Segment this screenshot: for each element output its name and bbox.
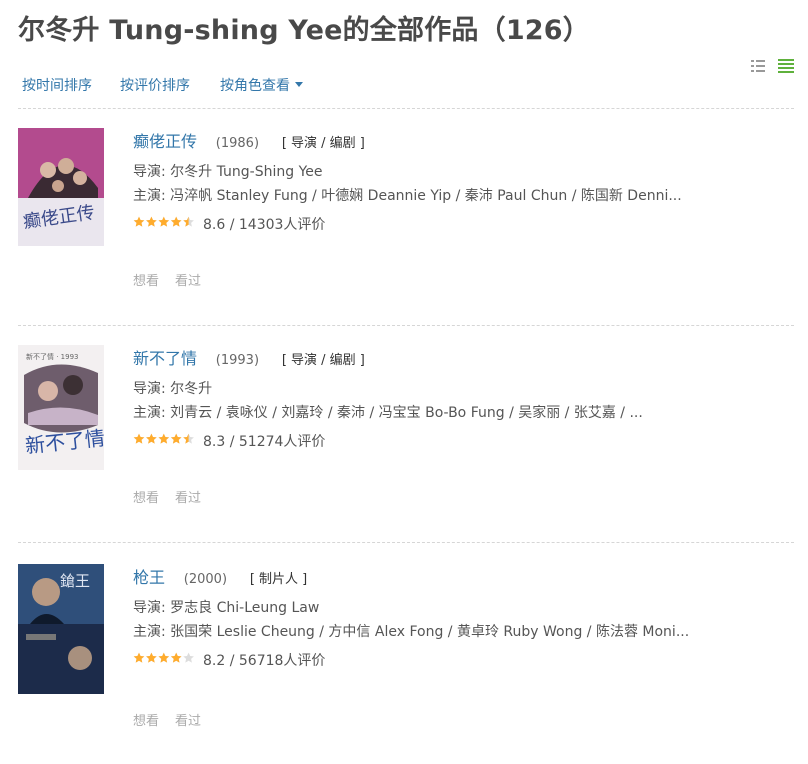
film-title-link[interactable]: 枪王 — [133, 568, 165, 587]
actions: 想看 看过 — [133, 487, 217, 506]
rating: 8.2 / 56718人评价 — [133, 650, 793, 672]
divider — [18, 542, 794, 543]
film-poster[interactable]: 新不了情 · 1993 新不了情 — [18, 345, 104, 470]
star-icon — [183, 652, 194, 663]
star-icon — [133, 216, 145, 227]
watched-link[interactable]: 看过 — [175, 274, 201, 289]
star-icon — [158, 433, 170, 444]
page-title: 尔冬升 Tung-shing Yee的全部作品（126） — [18, 15, 590, 46]
star-icon — [183, 433, 194, 444]
cast-label: 主演: — [133, 405, 166, 421]
director-label: 导演: — [133, 164, 166, 180]
divider — [18, 108, 794, 109]
rating-stars — [133, 430, 195, 452]
star-icon — [158, 216, 170, 227]
watched-link[interactable]: 看过 — [175, 714, 201, 729]
star-icon — [133, 652, 145, 663]
star-icon — [183, 216, 194, 227]
film-roles: [ 制片人 ] — [249, 572, 308, 587]
svg-text:新不了情 · 1993: 新不了情 · 1993 — [26, 352, 79, 361]
film-year: (2000) — [183, 572, 228, 587]
rating: 8.6 / 14303人评价 — [133, 214, 793, 236]
rating: 8.3 / 51274人评价 — [133, 431, 793, 453]
film-title-link[interactable]: 新不了情 — [133, 349, 197, 368]
star-icon — [146, 652, 157, 663]
cast-label: 主演: — [133, 188, 166, 204]
film-year: (1986) — [215, 136, 260, 151]
want-to-watch-link[interactable]: 想看 — [133, 491, 159, 506]
film-poster[interactable]: 癫佬正传 — [18, 128, 104, 246]
want-to-watch-link[interactable]: 想看 — [133, 714, 159, 729]
view-toggle — [743, 58, 794, 77]
star-icon — [133, 433, 145, 444]
want-to-watch-link[interactable]: 想看 — [133, 274, 159, 289]
cast-names: 张国荣 Leslie Cheung / 方中信 Alex Fong / 黄卓玲 … — [170, 624, 690, 640]
rating-stars — [133, 213, 195, 235]
star-rating-svg — [133, 652, 194, 663]
rating-stars — [133, 649, 195, 671]
sort-by-time-link[interactable]: 按时间排序 — [22, 75, 92, 95]
grid-view-icon[interactable] — [778, 59, 794, 73]
rating-text: 8.6 / 14303人评价 — [203, 217, 326, 233]
director-names: 尔冬升 Tung-Shing Yee — [170, 164, 323, 180]
caret-down-icon — [295, 82, 303, 87]
star-icon — [170, 652, 182, 663]
film-item: 鎗王 枪王 (2000) [ 制片人 ] 导演: 罗志良 Chi-Leung L… — [0, 564, 808, 764]
director-label: 导演: — [133, 381, 166, 397]
film-roles: [ 导演 / 编剧 ] — [281, 136, 365, 151]
actions: 想看 看过 — [133, 710, 217, 729]
star-icon — [170, 433, 182, 444]
cast-label: 主演: — [133, 624, 166, 640]
view-by-role-dropdown[interactable]: 按角色查看 — [220, 75, 303, 95]
actions: 想看 看过 — [133, 270, 217, 289]
sort-by-rating-link[interactable]: 按评价排序 — [120, 75, 190, 95]
cast-names: 冯淬帆 Stanley Fung / 叶德娴 Deannie Yip / 秦沛 … — [170, 188, 682, 204]
star-icon — [146, 433, 157, 444]
star-icon — [146, 216, 157, 227]
svg-text:鎗王: 鎗王 — [60, 572, 90, 590]
view-by-role-label: 按角色查看 — [220, 78, 290, 94]
director-names: 尔冬升 — [170, 381, 213, 397]
film-year: (1993) — [215, 353, 260, 368]
director-line: 导演: 尔冬升 Tung-Shing Yee 主演: 冯淬帆 Stanley F… — [133, 160, 793, 208]
cast-names: 刘青云 / 袁咏仪 / 刘嘉玲 / 秦沛 / 冯宝宝 Bo-Bo Fung / … — [170, 405, 643, 421]
film-roles: [ 导演 / 编剧 ] — [281, 353, 365, 368]
director-line: 导演: 罗志良 Chi-Leung Law 主演: 张国荣 Leslie Che… — [133, 596, 793, 644]
rating-text: 8.2 / 56718人评价 — [203, 653, 326, 669]
film-item: 癫佬正传 癫佬正传 (1986) [ 导演 / 编剧 ] 导演: 尔冬升 Tun… — [0, 128, 808, 328]
director-line: 导演: 尔冬升 主演: 刘青云 / 袁咏仪 / 刘嘉玲 / 秦沛 / 冯宝宝 B… — [133, 377, 793, 425]
film-title-link[interactable]: 癫佬正传 — [133, 132, 197, 151]
director-names: 罗志良 Chi-Leung Law — [170, 600, 320, 616]
page: 尔冬升 Tung-shing Yee的全部作品（126） 按时间排序 按评价排序… — [0, 0, 808, 735]
list-view-icon[interactable] — [750, 59, 765, 73]
star-rating-svg — [133, 433, 194, 444]
star-icon — [158, 652, 170, 663]
film-item: 新不了情 · 1993 新不了情 新不了情 (1993) [ 导演 / 编剧 ]… — [0, 345, 808, 545]
director-label: 导演: — [133, 600, 166, 616]
divider — [18, 325, 794, 326]
star-icon — [170, 216, 182, 227]
star-rating-svg — [133, 216, 194, 227]
rating-text: 8.3 / 51274人评价 — [203, 434, 326, 450]
film-poster[interactable]: 鎗王 — [18, 564, 104, 694]
watched-link[interactable]: 看过 — [175, 491, 201, 506]
